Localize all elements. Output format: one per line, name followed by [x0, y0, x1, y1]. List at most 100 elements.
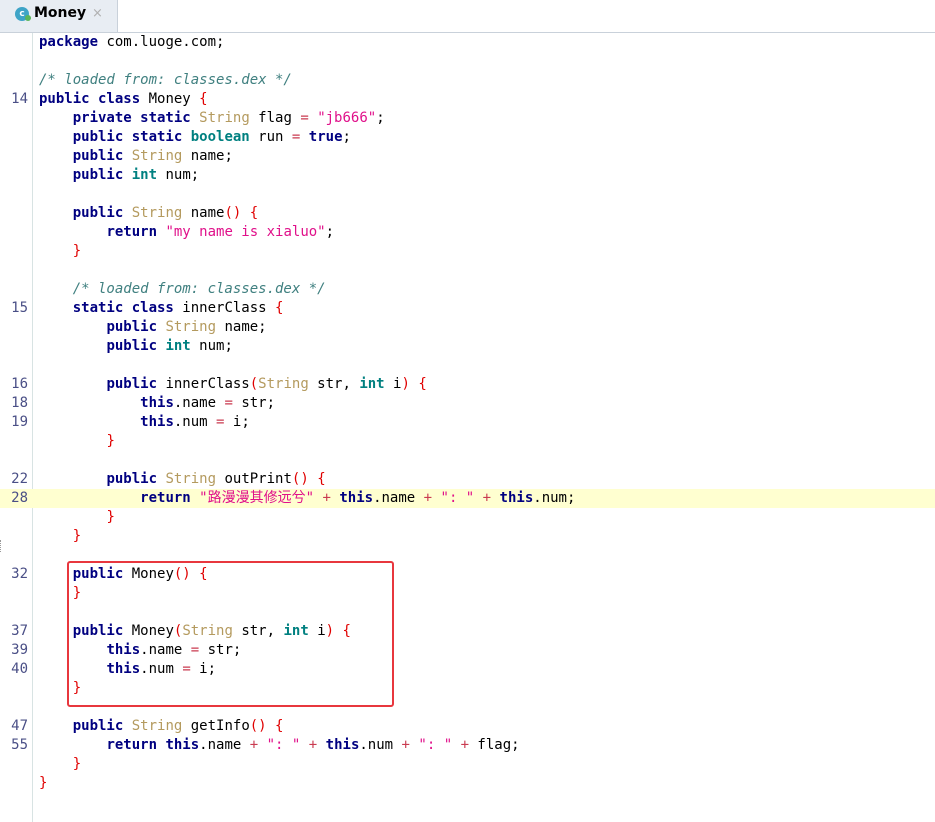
code-token: boolean: [190, 129, 250, 145]
line-number: 22: [11, 471, 28, 487]
code-token: public: [72, 167, 124, 183]
code-token: innerClass: [157, 376, 250, 392]
code-line[interactable]: public int num;: [0, 337, 935, 356]
code-token: +: [460, 737, 469, 753]
code-line[interactable]: package com.luoge.com;: [0, 33, 935, 52]
code-text: static class innerClass {: [39, 299, 284, 318]
code-line[interactable]: }: [0, 755, 935, 774]
code-line[interactable]: public String name;: [0, 318, 935, 337]
code-token: .name: [173, 395, 225, 411]
code-text: }: [39, 508, 114, 527]
code-token: String: [131, 148, 183, 164]
code-token: =: [300, 110, 309, 126]
code-line[interactable]: public int num;: [0, 166, 935, 185]
close-icon[interactable]: ×: [92, 6, 103, 21]
line-number: 18: [11, 395, 28, 411]
code-token: public static: [72, 129, 183, 145]
code-token: ": ": [266, 737, 301, 753]
code-token: String: [165, 319, 217, 335]
code-line[interactable]: [0, 356, 935, 375]
code-line[interactable]: }: [0, 508, 935, 527]
code-line[interactable]: }: [0, 527, 935, 546]
code-token: flag;: [469, 737, 520, 753]
code-token: "jb666": [317, 110, 377, 126]
code-line[interactable]: 55 return this.name + ": " + this.num + …: [0, 736, 935, 755]
code-token: {: [199, 91, 208, 107]
code-token: run: [249, 129, 292, 145]
code-line[interactable]: }: [0, 432, 935, 451]
code-text: }: [39, 432, 114, 451]
code-line[interactable]: [0, 451, 935, 470]
code-line[interactable]: 14 public class Money {: [0, 90, 935, 109]
code-token: name;: [216, 319, 267, 335]
code-text: return "路漫漫其修远兮" + this.name + ": " + th…: [39, 489, 575, 508]
code-token: ": ": [440, 490, 475, 506]
code-line[interactable]: 16 public innerClass(String str, int i) …: [0, 375, 935, 394]
code-line[interactable]: /* loaded from: classes.dex */: [0, 71, 935, 90]
code-token: getInfo: [182, 718, 250, 734]
code-token: /* loaded from: classes.dex */: [39, 72, 292, 88]
code-line[interactable]: 18 this.name = str;: [0, 394, 935, 413]
code-token: {: [275, 300, 284, 316]
code-line[interactable]: }: [0, 774, 935, 793]
code-line[interactable]: public String name() {: [0, 204, 935, 223]
line-number: 19: [11, 414, 28, 430]
code-token: this: [140, 414, 174, 430]
code-token: (): [291, 471, 309, 487]
code-line[interactable]: [0, 261, 935, 280]
code-line[interactable]: }: [0, 242, 935, 261]
code-line[interactable]: /* loaded from: classes.dex */: [0, 280, 935, 299]
code-text: this.num = i;: [39, 413, 250, 432]
code-token: return: [140, 490, 191, 506]
code-line[interactable]: public String name;: [0, 147, 935, 166]
code-token: +: [249, 737, 259, 753]
code-token: .name: [373, 490, 424, 506]
code-line[interactable]: [0, 185, 935, 204]
code-line[interactable]: return "my name is xialuo";: [0, 223, 935, 242]
code-text: public int num;: [39, 166, 199, 185]
code-line[interactable]: 47 public String getInfo() {: [0, 717, 935, 736]
code-text: public static boolean run = true;: [39, 128, 351, 147]
code-token: +: [308, 737, 318, 753]
code-text: public String name;: [39, 318, 267, 337]
code-token: innerClass: [173, 300, 276, 316]
code-token: public class: [39, 91, 141, 107]
code-token: return: [106, 224, 158, 240]
code-text: /* loaded from: classes.dex */: [39, 280, 326, 299]
code-token: ): [401, 376, 410, 392]
code-line[interactable]: private static String flag = "jb666";: [0, 109, 935, 128]
tab-money[interactable]: c Money ×: [0, 0, 118, 32]
code-line-highlighted[interactable]: 28 return "路漫漫其修远兮" + this.name + ": " +…: [0, 489, 935, 508]
line-number: 15: [11, 300, 28, 316]
code-text: return this.name + ": " + this.num + ": …: [39, 736, 520, 755]
code-token: .num;: [533, 490, 576, 506]
code-line[interactable]: 15 static class innerClass {: [0, 299, 935, 318]
code-token: =: [224, 395, 233, 411]
code-text: }: [39, 755, 81, 774]
code-token: String: [131, 718, 183, 734]
code-token: {: [249, 205, 259, 221]
line-number: 32: [11, 566, 28, 582]
code-text: }: [39, 774, 47, 793]
code-text: public String name;: [39, 147, 233, 166]
tab-title: Money: [34, 5, 87, 21]
code-line[interactable]: 19 this.num = i;: [0, 413, 935, 432]
code-line[interactable]: public static boolean run = true;: [0, 128, 935, 147]
code-token: num;: [190, 338, 233, 354]
code-token: public: [72, 205, 124, 221]
code-line[interactable]: 22 public String outPrint() {: [0, 470, 935, 489]
code-line[interactable]: [0, 52, 935, 71]
code-token: private static: [72, 110, 191, 126]
